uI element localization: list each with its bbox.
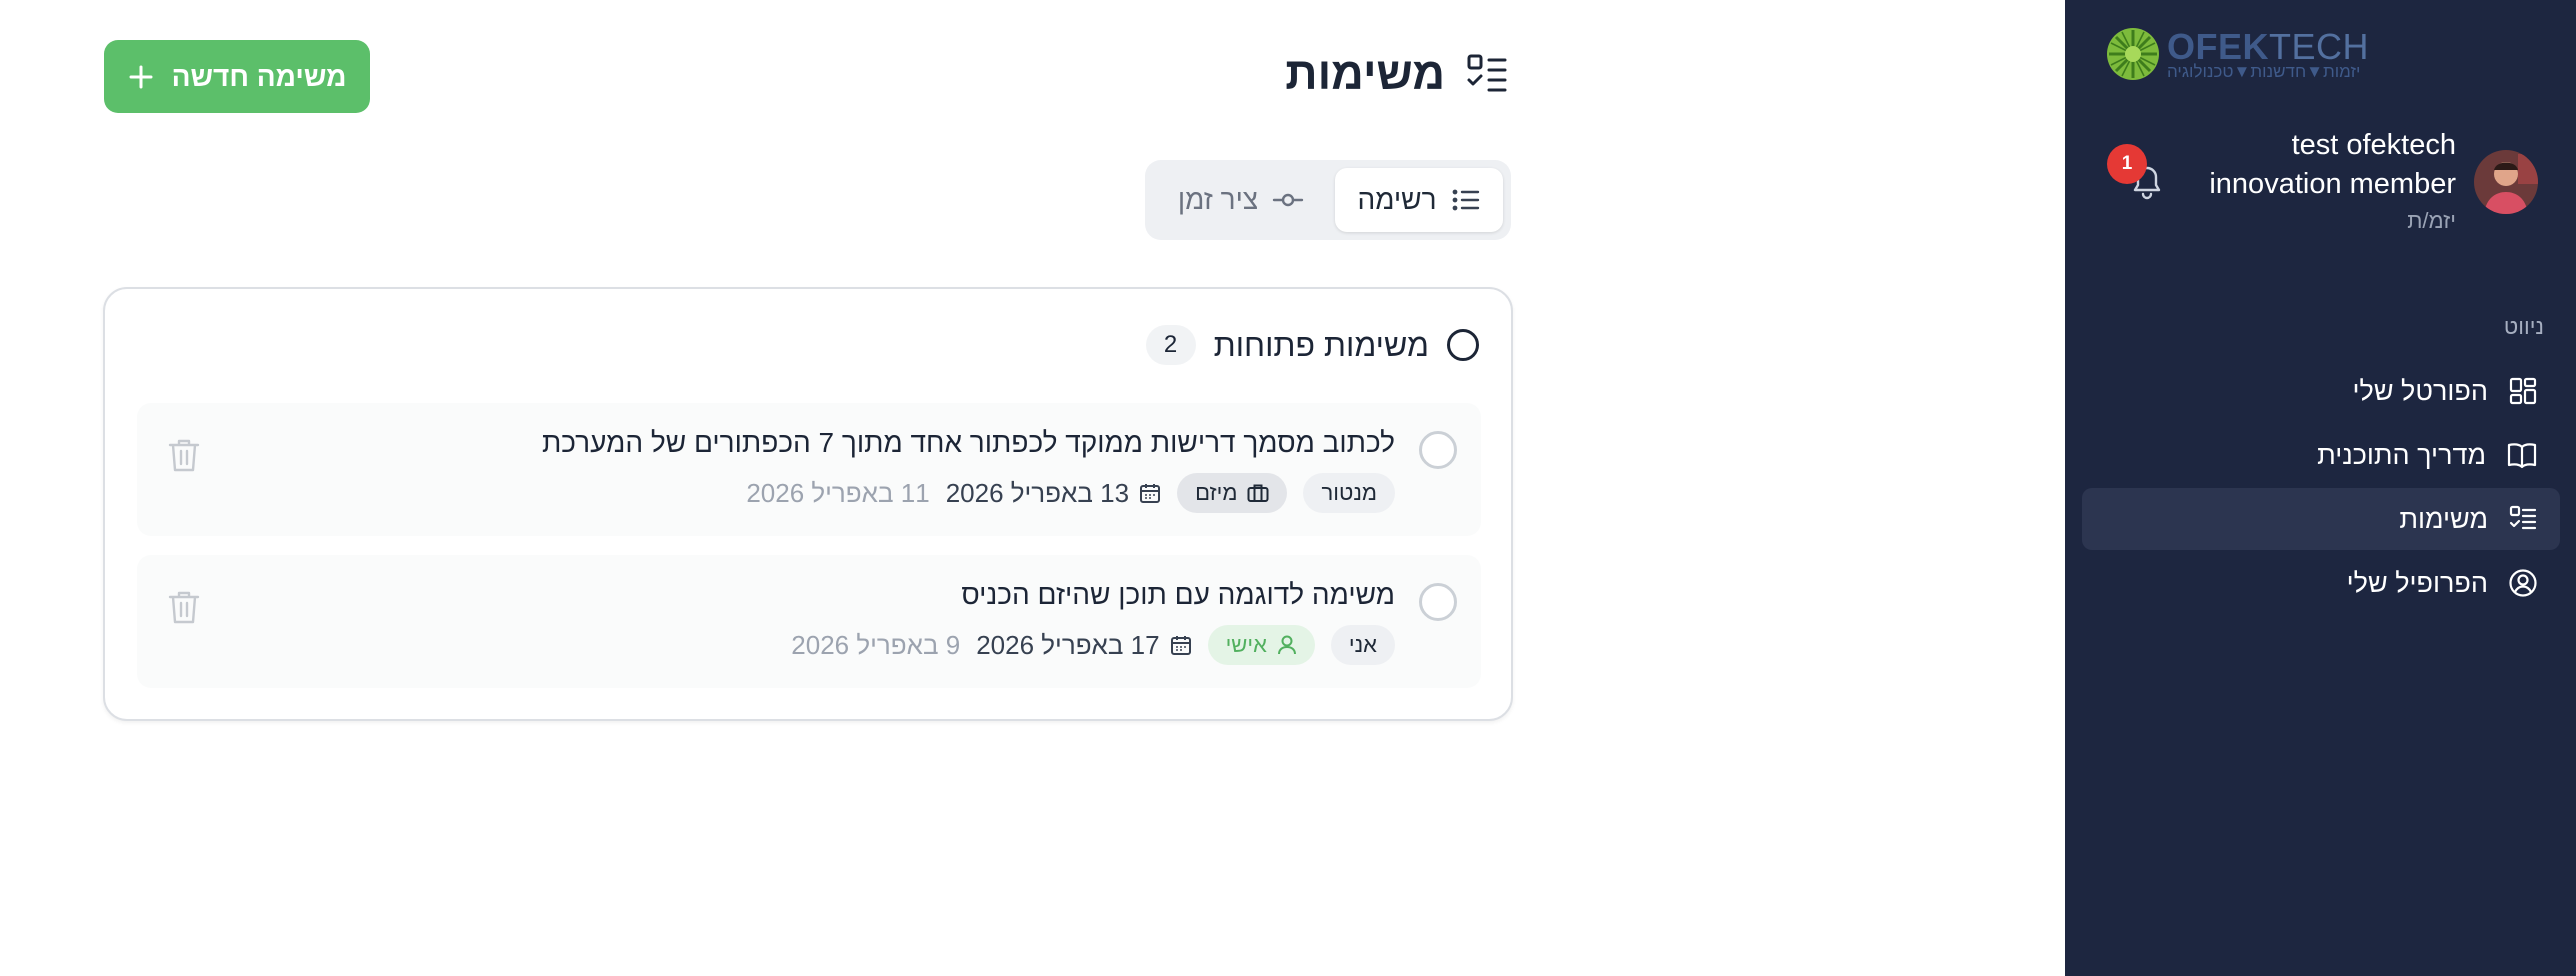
open-tasks-header: משימות פתוחות 2 — [1145, 325, 1479, 365]
task-complete-checkbox[interactable] — [1419, 583, 1457, 621]
sidebar-item-label: מדריך התוכנית — [2317, 439, 2486, 470]
dashboard-icon — [2509, 377, 2537, 405]
project-label: מיזם — [1195, 480, 1238, 505]
list-icon — [1452, 189, 1479, 211]
task-meta: מנטור מיזם 13 באפריל 2026 11 באפריל 2026 — [746, 473, 1395, 513]
trash-icon[interactable] — [167, 437, 201, 473]
task-row[interactable]: משימה לדוגמה עם תוכן שהיזם הכניס אני איש… — [137, 555, 1481, 688]
logo-tagline: יזמות▼חדשנות▼טכנולוגיה — [2167, 62, 2361, 81]
view-toggle: רשימה ציר זמן — [1145, 160, 1511, 240]
logo-brand-sub: TECH — [2269, 26, 2370, 67]
book-icon — [2507, 443, 2537, 469]
sidebar-item-guide[interactable]: מדריך התוכנית — [2082, 424, 2560, 486]
user-circle-icon — [2509, 569, 2537, 597]
briefcase-icon — [1247, 484, 1269, 502]
page-title: משימות — [1285, 48, 1511, 100]
open-tasks-title: משימות פתוחות — [1213, 326, 1429, 363]
new-task-button[interactable]: משימה חדשה — [104, 40, 370, 113]
notification-badge: 1 — [2107, 144, 2147, 184]
logo-mark-icon — [2107, 28, 2159, 80]
created-date: 11 באפריל 2026 — [746, 477, 930, 508]
task-complete-checkbox[interactable] — [1419, 431, 1457, 469]
personal-label: אישי — [1225, 632, 1267, 657]
user-role: יזמ/ת — [2407, 208, 2456, 233]
user-profile: test ofektech innovation member יזמ/ת 1 — [2065, 126, 2576, 246]
plus-icon — [129, 65, 153, 88]
person-icon — [1277, 635, 1296, 655]
sidebar-item-label: הפורטל שלי — [2352, 375, 2488, 406]
calendar-icon — [1140, 484, 1161, 503]
sidebar-item-tasks[interactable]: משימות — [2082, 488, 2560, 550]
page-title-text: משימות — [1285, 48, 1445, 99]
trash-icon[interactable] — [167, 589, 201, 625]
open-tasks-card: משימות פתוחות 2 לכתוב מסמך דרישות ממוקד … — [103, 287, 1513, 721]
timeline-icon — [1272, 193, 1304, 207]
assignee-badge: אני — [1330, 625, 1395, 665]
project-badge: מיזם — [1177, 473, 1288, 513]
view-list-label: רשימה — [1357, 184, 1437, 215]
main-content: משימות משימה חדשה רשימה ציר זמן משימות פ… — [0, 0, 2065, 976]
view-list-tab[interactable]: רשימה — [1335, 168, 1503, 232]
task-title: משימה לדוגמה עם תוכן שהיזם הכניס — [961, 579, 1395, 610]
sidebar-item-portal[interactable]: הפורטל שלי — [2082, 360, 2560, 422]
avatar[interactable] — [2474, 150, 2538, 214]
due-date: 13 באפריל 2026 — [946, 478, 1161, 509]
view-timeline-tab[interactable]: ציר זמן — [1155, 168, 1327, 232]
tasks-icon — [2509, 505, 2537, 530]
tasks-icon — [1467, 54, 1507, 92]
task-meta: אני אישי 17 באפריל 2026 9 באפריל 2026 — [791, 625, 1395, 665]
due-date: 17 באפריל 2026 — [976, 630, 1191, 661]
logo-brand-main: OFEK — [2167, 26, 2270, 67]
sidebar-item-label: משימות — [2399, 503, 2488, 534]
assignee-label: אני — [1348, 632, 1377, 657]
due-date-text: 17 באפריל 2026 — [976, 629, 1160, 660]
task-title: לכתוב מסמך דרישות ממוקד לכפתור אחד מתוך … — [541, 427, 1395, 458]
task-row[interactable]: לכתוב מסמך דרישות ממוקד לכפתור אחד מתוך … — [137, 403, 1481, 536]
created-date: 9 באפריל 2026 — [791, 629, 961, 660]
ofektech-logo[interactable]: OFEKTECH יזמות▼חדשנות▼טכנולוגיה — [2105, 24, 2369, 82]
sidebar-item-profile[interactable]: הפרופיל שלי — [2082, 552, 2560, 614]
circle-icon — [1447, 329, 1479, 361]
open-tasks-count: 2 — [1145, 325, 1196, 365]
avatar-image — [2474, 150, 2538, 214]
sidebar-item-label: הפרופיל שלי — [2346, 567, 2488, 598]
sidebar: OFEKTECH יזמות▼חדשנות▼טכנולוגיה test ofe… — [2065, 0, 2576, 976]
assignee-badge: מנטור — [1303, 473, 1395, 513]
personal-badge: אישי — [1207, 625, 1315, 665]
nav-title: ניווט — [2503, 314, 2544, 339]
calendar-icon — [1170, 636, 1191, 655]
user-name: test ofektech innovation member — [2209, 129, 2456, 200]
due-date-text: 13 באפריל 2026 — [945, 477, 1130, 508]
new-task-label: משימה חדשה — [171, 60, 347, 92]
assignee-label: מנטור — [1321, 480, 1377, 505]
view-timeline-label: ציר זמן — [1177, 184, 1259, 215]
